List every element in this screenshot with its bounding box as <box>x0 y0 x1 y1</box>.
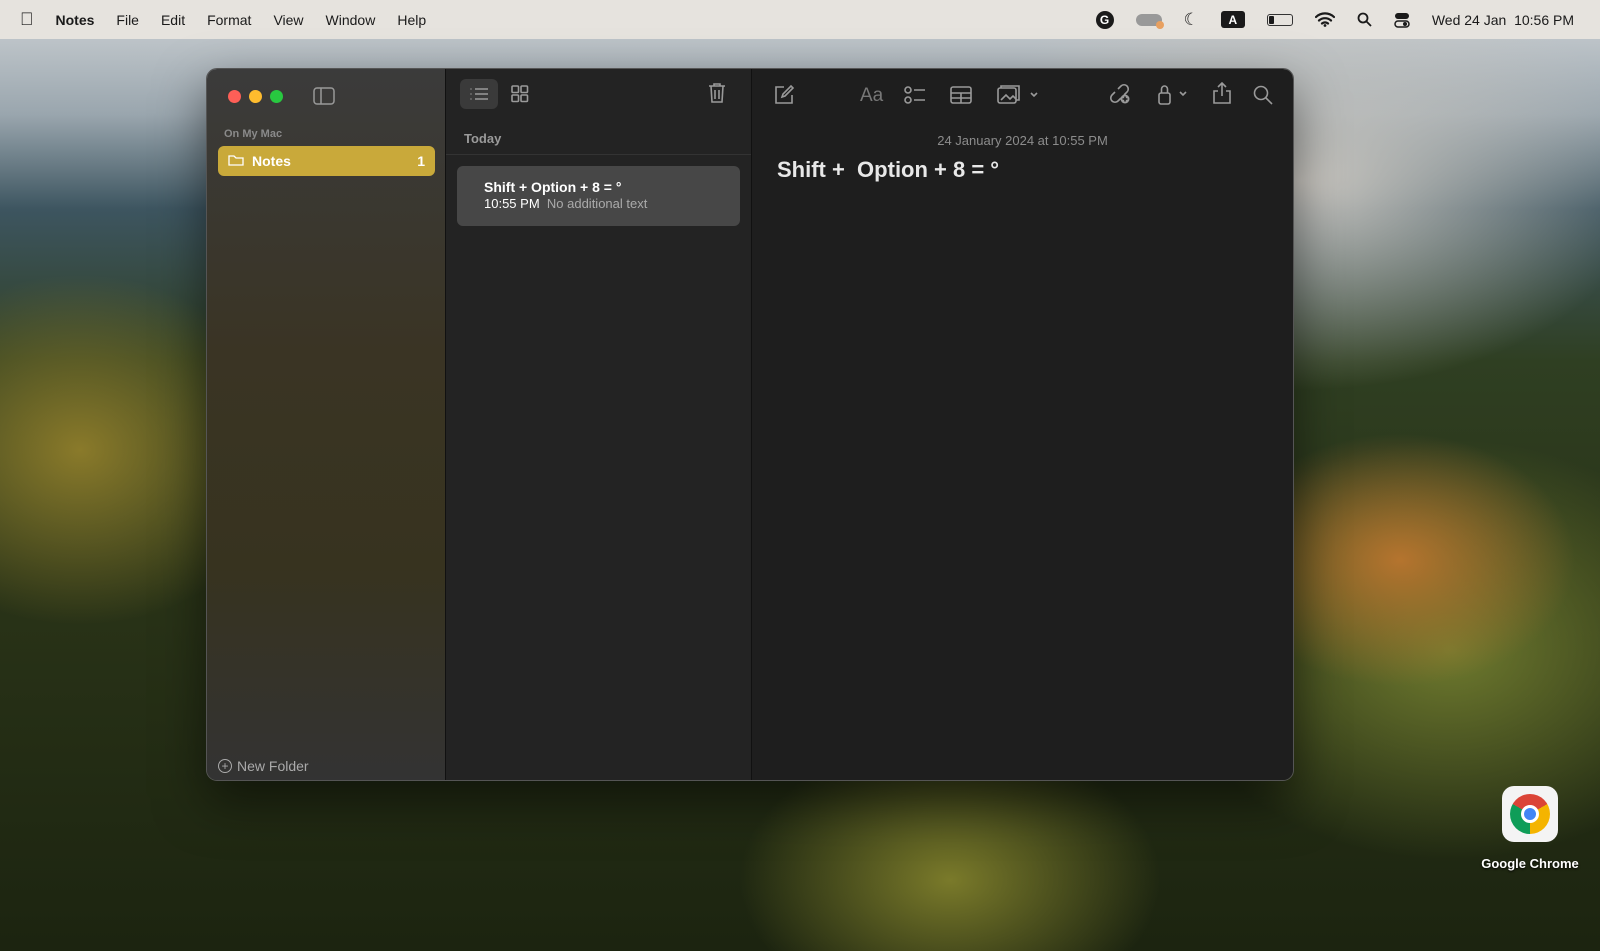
menu-edit[interactable]: Edit <box>161 12 185 28</box>
grammarly-icon[interactable]: G <box>1095 10 1114 29</box>
sidebar: On My Mac Notes 1 + New Folder <box>207 69 446 780</box>
cloud-icon[interactable] <box>1135 13 1164 29</box>
folder-icon <box>228 153 244 169</box>
menu-window[interactable]: Window <box>326 12 376 28</box>
menu-file[interactable]: File <box>116 12 139 28</box>
folder-count: 1 <box>417 153 425 169</box>
note-preview: No additional text <box>546 196 648 211</box>
note-editor: Aa 24 January 2024 at 10:55 PM Shift + O… <box>752 69 1293 780</box>
battery-icon[interactable] <box>1266 13 1293 26</box>
input-source-icon[interactable]: A <box>1220 11 1245 28</box>
search-icon[interactable] <box>1253 85 1273 110</box>
menu-help[interactable]: Help <box>397 12 426 28</box>
moon-icon[interactable]: ☾ <box>1184 10 1199 30</box>
desktop-icon-label: Google Chrome <box>1481 856 1579 871</box>
close-button[interactable] <box>228 90 241 103</box>
sidebar-item-notes[interactable]: Notes 1 <box>218 146 435 176</box>
note-date: 24 January 2024 at 10:55 PM <box>937 133 1108 148</box>
compose-icon[interactable] <box>774 84 795 110</box>
desktop-icon-google-chrome[interactable]: Google Chrome <box>1470 786 1590 871</box>
divider <box>446 154 751 155</box>
note-title: Shift + Option + 8 = ° <box>484 179 622 195</box>
menu-bar:  Notes File Edit Format View Window Hel… <box>0 0 1600 39</box>
list-view-button[interactable] <box>460 79 498 109</box>
checklist-icon[interactable] <box>904 85 926 110</box>
menu-view[interactable]: View <box>273 12 303 28</box>
menu-app-notes[interactable]: Notes <box>56 12 95 28</box>
table-icon[interactable] <box>950 86 972 109</box>
minimize-button[interactable] <box>249 90 262 103</box>
format-button[interactable]: Aa <box>860 85 883 107</box>
note-time: 10:55 PM <box>484 196 540 211</box>
new-folder-label: New Folder <box>237 758 309 774</box>
zoom-button[interactable] <box>270 90 283 103</box>
collaborate-icon[interactable] <box>1109 83 1131 110</box>
note-list-item[interactable]: Shift + Option + 8 = ° 10:55 PM No addit… <box>457 166 740 226</box>
trash-icon[interactable] <box>708 82 726 109</box>
control-center-icon[interactable] <box>1394 12 1410 28</box>
share-icon[interactable] <box>1212 81 1232 109</box>
notes-window: On My Mac Notes 1 + New Folder Today Shi… <box>206 68 1294 781</box>
media-icon[interactable] <box>997 85 1041 110</box>
clock[interactable]: Wed 24 Jan 10:56 PM <box>1432 12 1574 28</box>
new-folder-button[interactable]: + New Folder <box>218 758 309 774</box>
lock-icon[interactable] <box>1157 84 1191 111</box>
section-on-my-mac: On My Mac <box>224 128 283 140</box>
note-body-title[interactable]: Shift + Option + 8 = ° <box>777 157 999 183</box>
gallery-view-button[interactable] <box>511 85 529 108</box>
group-header-today: Today <box>464 131 502 146</box>
apple-icon[interactable]:  <box>20 9 34 30</box>
chrome-icon <box>1502 786 1558 842</box>
sidebar-toggle-icon[interactable] <box>313 87 335 110</box>
plus-circle-icon: + <box>218 759 232 773</box>
note-list: Today Shift + Option + 8 = ° 10:55 PM No… <box>446 69 752 780</box>
menu-format[interactable]: Format <box>207 12 251 28</box>
wifi-icon[interactable] <box>1314 12 1335 27</box>
folder-label: Notes <box>252 153 291 169</box>
spotlight-icon[interactable] <box>1357 12 1372 27</box>
